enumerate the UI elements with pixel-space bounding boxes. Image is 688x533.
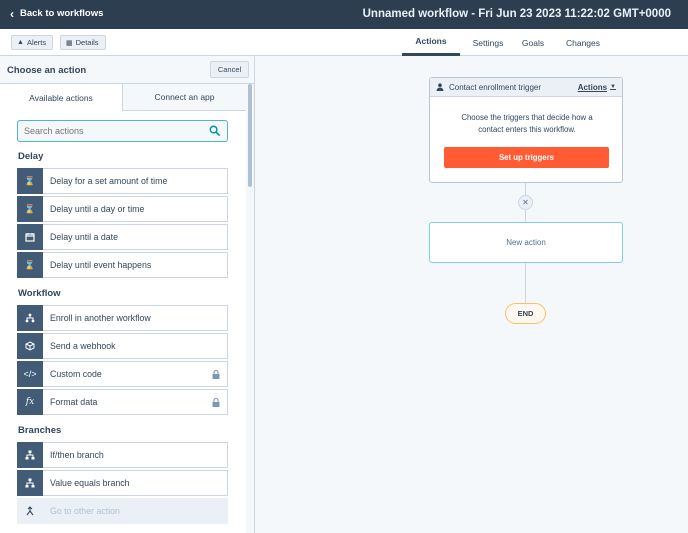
trigger-card-header: Contact enrollment trigger Actions ▼ [430,78,622,97]
workflow-tabs: Actions Settings Goals Changes [402,29,616,56]
warning-icon: ▲ [17,39,24,46]
action-delay-set-amount[interactable]: ⌛ Delay for a set amount of time [17,168,228,194]
connector-line [525,183,526,195]
tab-actions[interactable]: Actions [402,29,460,56]
action-label: Delay until a date [50,232,118,242]
sub-bar: ▲ Alerts ▦ Details Actions Settings Goal… [0,29,688,56]
calendar-icon [17,224,43,250]
action-label: Delay for a set amount of time [50,176,168,186]
trigger-actions-dropdown[interactable]: Actions ▼ [578,83,616,92]
trigger-title: Contact enrollment trigger [449,82,542,92]
goto-icon [17,498,43,524]
action-if-then-branch[interactable]: If/then branch [17,442,228,468]
section-branches: Branches [18,425,62,436]
cancel-button[interactable]: Cancel [210,61,249,78]
action-label: Go to other action [50,506,120,516]
action-label: Send a webhook [50,341,116,351]
alerts-label: Alerts [26,38,47,47]
panel-title: Choose an action [7,65,87,76]
tab-available-actions[interactable]: Available actions [0,84,123,111]
search-icon[interactable] [209,125,220,136]
branch-icon [17,442,43,468]
panel-header: Choose an action Cancel [0,56,254,84]
action-label: Custom code [50,369,102,379]
new-action-card[interactable]: New action [429,222,623,263]
lock-icon [212,398,220,407]
tab-goals[interactable]: Goals [516,29,550,56]
action-label: Value equals branch [50,478,130,488]
panel-scrollbar[interactable] [246,84,254,533]
branch-icon [17,470,43,496]
action-label: Format data [50,397,98,407]
action-delay-until-date[interactable]: Delay until a date [17,224,228,250]
back-link-label: Back to workflows [20,8,104,19]
action-go-to-other-action: Go to other action [17,498,228,524]
action-label: If/then branch [50,450,104,460]
action-label: Enroll in another workflow [50,313,151,323]
section-delay: Delay [18,151,44,162]
trigger-description: Choose the triggers that decide how a co… [461,113,593,134]
choose-action-panel: Choose an action Cancel Available action… [0,56,255,533]
hourglass-icon: ⌛ [17,168,43,194]
action-delay-day-or-time[interactable]: ⌛ Delay until a day or time [17,196,228,222]
close-icon[interactable]: ✕ [518,195,533,210]
action-custom-code[interactable]: </> Custom code [17,361,228,387]
hourglass-icon: ⌛ [17,196,43,222]
set-up-triggers-button[interactable]: Set up triggers [444,147,609,168]
tab-settings[interactable]: Settings [460,29,516,56]
action-enroll-another-workflow[interactable]: Enroll in another workflow [17,305,228,331]
alerts-button[interactable]: ▲ Alerts [11,35,53,50]
enrollment-trigger-card[interactable]: Contact enrollment trigger Actions ▼ Cho… [429,77,623,183]
tab-connect-an-app[interactable]: Connect an app [123,84,246,111]
function-icon: fx [17,389,43,415]
actions-label: Actions [577,82,608,92]
details-button[interactable]: ▦ Details [60,35,106,50]
chevron-left-icon: ‹ [10,6,14,21]
connector-line [525,263,526,303]
action-format-data[interactable]: fx Format data [17,389,228,415]
lock-icon [212,370,220,379]
action-send-webhook[interactable]: Send a webhook [17,333,228,359]
search-box [17,120,228,142]
search-input[interactable] [24,126,204,136]
scrollbar-thumb[interactable] [248,84,252,187]
tab-changes[interactable]: Changes [550,29,616,56]
cube-icon [17,333,43,359]
action-label: Delay until event happens [50,260,152,270]
caret-down-icon: ▼ [610,84,616,90]
back-to-workflows-link[interactable]: ‹ Back to workflows [10,6,104,21]
code-icon: </> [17,361,43,387]
panel-tabs: Available actions Connect an app [0,84,246,111]
action-label: Delay until a day or time [50,204,145,214]
connector-line [525,210,526,222]
section-workflow: Workflow [18,288,61,299]
details-label: Details [75,38,99,47]
action-delay-until-event[interactable]: ⌛ Delay until event happens [17,252,228,278]
contact-icon [436,83,444,91]
end-node: END [505,303,546,324]
top-bar: ‹ Back to workflows Unnamed workflow - F… [0,0,688,29]
action-value-equals-branch[interactable]: Value equals branch [17,470,228,496]
hourglass-icon: ⌛ [17,252,43,278]
workflow-title[interactable]: Unnamed workflow - Fri Jun 23 2023 11:22… [363,8,671,20]
workflow-icon [17,305,43,331]
info-icon: ▦ [66,39,73,47]
